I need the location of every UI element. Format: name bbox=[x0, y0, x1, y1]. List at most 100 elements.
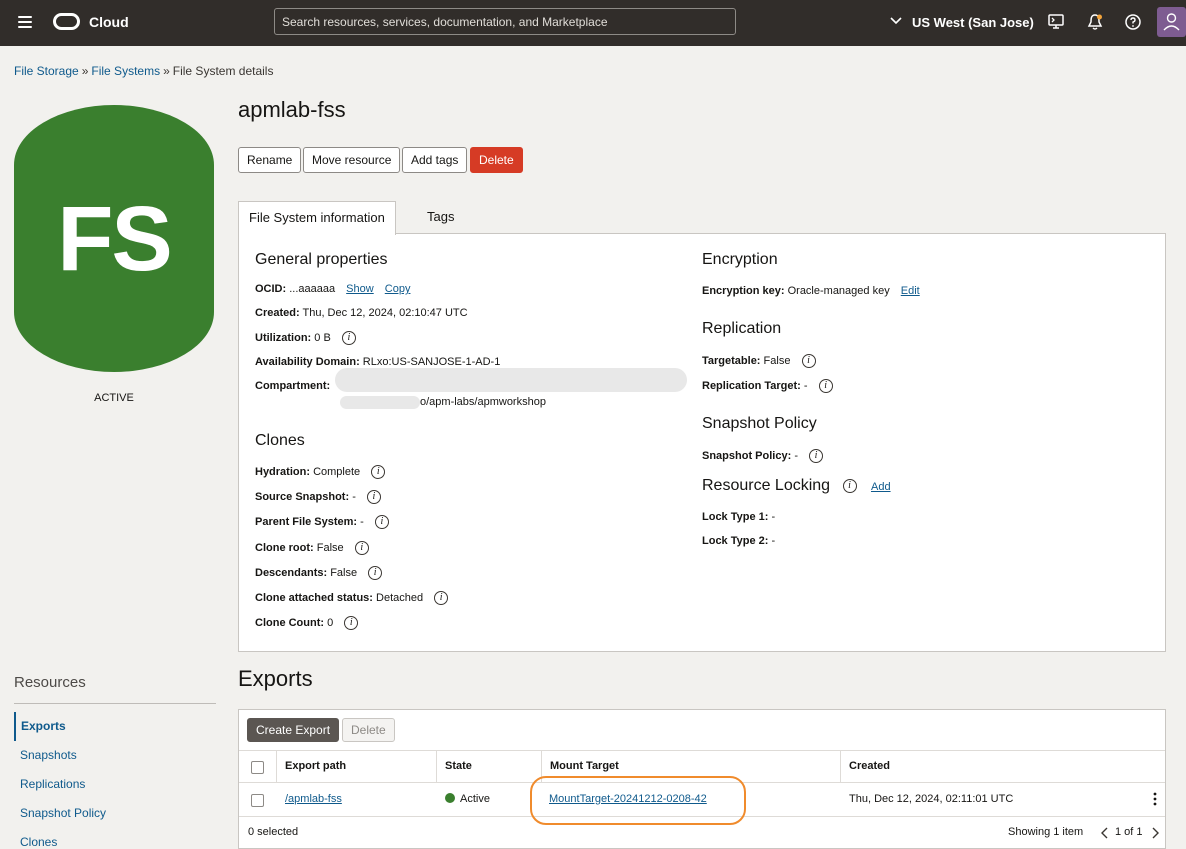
targetable-row: Targetable: False i bbox=[702, 354, 816, 368]
info-icon[interactable]: i bbox=[818, 379, 833, 393]
chevron-right-icon[interactable] bbox=[1150, 827, 1160, 839]
snapshot-policy-value: - bbox=[794, 449, 798, 462]
clone-count-value: 0 bbox=[327, 616, 334, 629]
compartment-label: Compartment: bbox=[255, 380, 331, 392]
availability-domain-value: RLxo:US-SANJOSE-1-AD-1 bbox=[362, 356, 501, 368]
parent-file-system-value: - bbox=[360, 515, 364, 528]
resource-locking-title: Resource Locking bbox=[702, 477, 831, 494]
column-header-export-path[interactable]: Export path bbox=[277, 750, 346, 783]
page-title: apmlab-fss bbox=[238, 97, 346, 122]
delete-button[interactable]: Delete bbox=[470, 147, 523, 173]
created-value: Thu, Dec 12, 2024, 02:10:47 UTC bbox=[302, 307, 468, 319]
descendants-row: Descendants: False i bbox=[255, 566, 383, 580]
kebab-menu-icon[interactable] bbox=[1152, 792, 1158, 806]
notifications-bell-icon[interactable] bbox=[1086, 13, 1104, 31]
utilization-label: Utilization: bbox=[255, 331, 312, 344]
ocid-show-link[interactable]: Show bbox=[346, 283, 374, 295]
column-header-created[interactable]: Created bbox=[841, 750, 890, 783]
menu-icon[interactable] bbox=[18, 16, 32, 28]
divider bbox=[14, 703, 216, 704]
resources-heading: Resources bbox=[14, 674, 86, 691]
snapshot-policy-row: Snapshot Policy: - i bbox=[702, 449, 824, 463]
clone-count-label: Clone Count: bbox=[255, 616, 325, 629]
redacted-compartment bbox=[340, 396, 420, 409]
showing-count: Showing 1 item bbox=[1008, 826, 1084, 838]
delete-export-button[interactable]: Delete bbox=[342, 718, 395, 742]
snapshot-policy-label: Snapshot Policy: bbox=[702, 449, 792, 462]
region-selector[interactable]: US West (San Jose) bbox=[912, 15, 1034, 30]
info-icon[interactable]: i bbox=[368, 566, 383, 580]
resource-item-snapshots[interactable]: Snapshots bbox=[14, 741, 216, 770]
chevron-left-icon[interactable] bbox=[1100, 827, 1110, 839]
ocid-copy-link[interactable]: Copy bbox=[385, 283, 411, 295]
info-icon[interactable]: i bbox=[344, 616, 359, 630]
help-icon[interactable] bbox=[1124, 13, 1142, 31]
info-icon[interactable]: i bbox=[354, 541, 369, 555]
create-export-button[interactable]: Create Export bbox=[247, 718, 340, 742]
redacted-compartment bbox=[335, 368, 687, 392]
encryption-heading: Encryption bbox=[702, 251, 778, 268]
clone-attached-status-label: Clone attached status: bbox=[255, 591, 373, 604]
utilization-value: 0 B bbox=[314, 331, 331, 344]
info-icon[interactable]: i bbox=[434, 591, 449, 605]
breadcrumb-file-storage[interactable]: File Storage bbox=[14, 64, 79, 78]
search-input[interactable] bbox=[274, 8, 736, 35]
info-icon[interactable]: i bbox=[809, 449, 824, 463]
page-indicator: 1 of 1 bbox=[1115, 826, 1143, 838]
chevron-down-icon[interactable] bbox=[889, 14, 903, 28]
hydration-row: Hydration: Complete i bbox=[255, 465, 386, 479]
user-avatar[interactable] bbox=[1157, 7, 1186, 37]
export-path-link[interactable]: /apmlab-fss bbox=[285, 793, 342, 805]
resource-locking-heading: Resource Locking i Add bbox=[702, 477, 891, 495]
info-icon[interactable]: i bbox=[341, 331, 356, 345]
compartment-row: Compartment: bbox=[255, 380, 330, 392]
replication-target-value: - bbox=[803, 379, 808, 392]
status-dot-icon bbox=[445, 793, 455, 803]
lock-type-2-value: - bbox=[771, 535, 776, 547]
general-properties-heading: General properties bbox=[255, 251, 388, 268]
resource-item-snapshot-policy[interactable]: Snapshot Policy bbox=[14, 799, 216, 828]
column-header-state[interactable]: State bbox=[437, 750, 472, 783]
clone-attached-status-value: Detached bbox=[376, 591, 424, 604]
brand-name[interactable]: Cloud bbox=[89, 14, 129, 30]
info-icon[interactable]: i bbox=[374, 515, 389, 529]
breadcrumb-separator: » bbox=[163, 64, 170, 78]
breadcrumb-separator: » bbox=[81, 64, 89, 78]
parent-file-system-row: Parent File System: - i bbox=[255, 515, 389, 529]
cloud-shell-icon[interactable] bbox=[1047, 13, 1065, 31]
resources-nav: Exports Snapshots Replications Snapshot … bbox=[14, 712, 216, 848]
resource-item-clones[interactable]: Clones bbox=[14, 828, 216, 848]
snapshot-policy-heading: Snapshot Policy bbox=[702, 415, 817, 432]
add-lock-link[interactable]: Add bbox=[871, 481, 891, 493]
info-icon[interactable]: i bbox=[371, 465, 386, 479]
utilization-row: Utilization: 0 B i bbox=[255, 331, 356, 345]
selected-count: 0 selected bbox=[248, 826, 299, 838]
info-icon[interactable]: i bbox=[842, 478, 857, 493]
resource-item-exports[interactable]: Exports bbox=[14, 712, 216, 741]
resource-item-replications[interactable]: Replications bbox=[14, 770, 216, 799]
breadcrumb-current: File System details bbox=[172, 64, 274, 78]
exports-heading: Exports bbox=[238, 666, 313, 691]
info-icon[interactable]: i bbox=[366, 490, 381, 504]
encryption-edit-link[interactable]: Edit bbox=[901, 285, 920, 297]
tab-file-system-information[interactable]: File System information bbox=[238, 201, 396, 235]
lock-type-2-row: Lock Type 2: - bbox=[702, 535, 775, 547]
tab-tags[interactable]: Tags bbox=[417, 201, 464, 234]
replication-target-label: Replication Target: bbox=[702, 379, 801, 392]
row-checkbox[interactable] bbox=[251, 794, 264, 807]
clone-count-row: Clone Count: 0 i bbox=[255, 616, 359, 630]
select-all-checkbox[interactable] bbox=[251, 761, 264, 774]
breadcrumb-file-systems[interactable]: File Systems bbox=[91, 64, 160, 78]
add-tags-button[interactable]: Add tags bbox=[402, 147, 468, 173]
top-bar: Cloud US West (San Jose) bbox=[0, 0, 1186, 46]
oracle-logo-icon[interactable] bbox=[53, 13, 80, 30]
highlight-annotation bbox=[530, 776, 746, 825]
clones-heading: Clones bbox=[255, 432, 305, 449]
created-row: Created: Thu, Dec 12, 2024, 02:10:47 UTC bbox=[255, 307, 468, 319]
lock-type-1-row: Lock Type 1: - bbox=[702, 511, 775, 523]
encryption-key-label: Encryption key: bbox=[702, 285, 785, 297]
info-icon[interactable]: i bbox=[801, 354, 816, 368]
encryption-key-row: Encryption key: Oracle-managed key Edit bbox=[702, 285, 920, 297]
rename-button[interactable]: Rename bbox=[238, 147, 302, 173]
move-resource-button[interactable]: Move resource bbox=[303, 147, 401, 173]
